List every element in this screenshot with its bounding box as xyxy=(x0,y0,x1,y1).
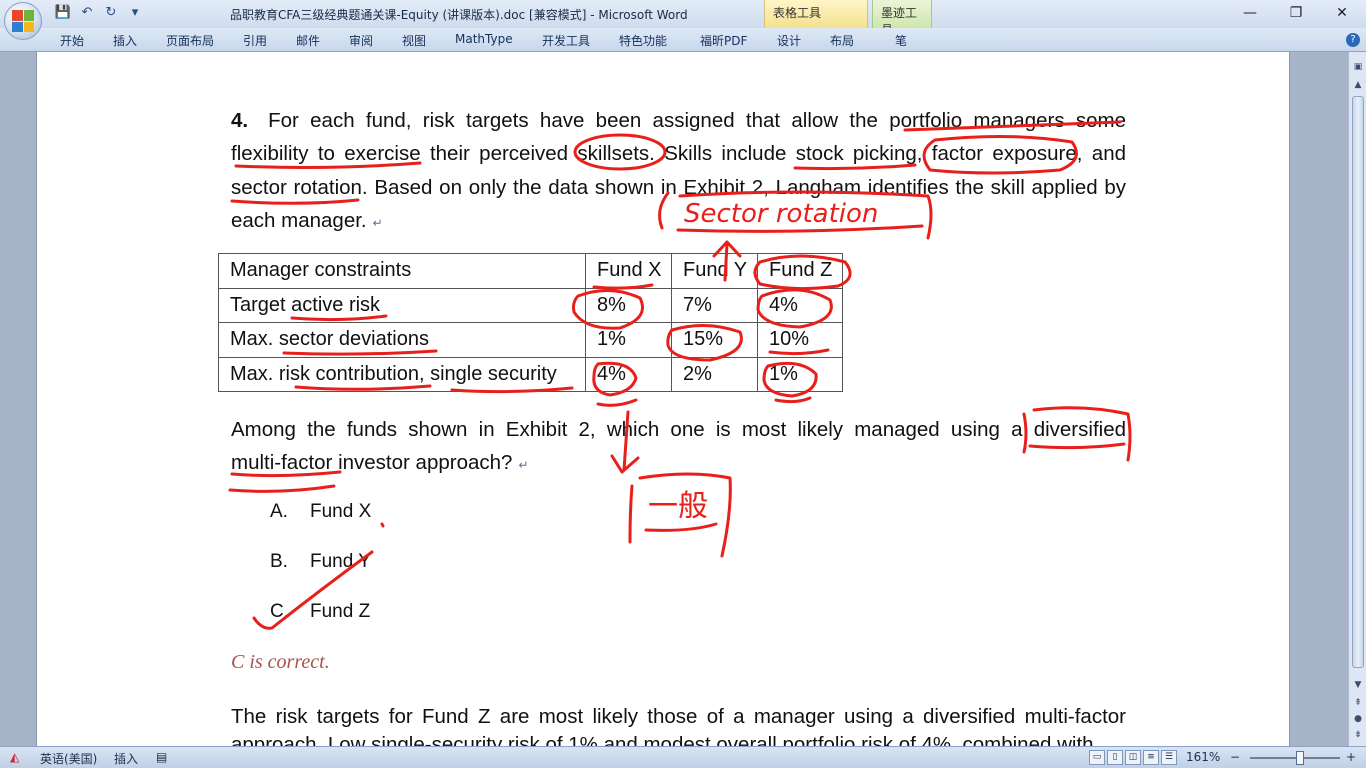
explanation-line-2: approach. Low single-security risk of 1%… xyxy=(231,733,1094,746)
table-cell: 7% xyxy=(671,287,758,323)
answer-text: C is correct. xyxy=(231,651,330,673)
prompt-line-2: multi-factor investor approach? xyxy=(231,451,513,475)
tab-insert[interactable]: 插入 xyxy=(113,32,137,49)
help-icon[interactable]: ? xyxy=(1346,33,1360,47)
undo-icon[interactable]: ↶ xyxy=(78,4,96,22)
scroll-up-icon[interactable]: ▲ xyxy=(1351,78,1365,92)
option-letter: C. xyxy=(270,601,289,622)
tab-developer[interactable]: 开发工具 xyxy=(542,32,590,49)
table-header-cell: Fund Y xyxy=(671,253,758,289)
tab-special-features[interactable]: 特色功能 xyxy=(619,32,667,49)
macro-record-icon[interactable]: ▤ xyxy=(156,750,167,764)
table-cell: Max. sector deviations xyxy=(218,322,586,358)
quick-access-toolbar: 💾 ↶ ↻ ▾ xyxy=(50,4,144,22)
next-page-icon[interactable]: ⇟ xyxy=(1351,728,1365,742)
table-cell: 1% xyxy=(585,322,672,358)
zoom-slider[interactable] xyxy=(1250,757,1340,759)
ruler-toggle-icon[interactable]: ▣ xyxy=(1351,60,1365,74)
ink-tools-header: 墨迹工具 xyxy=(872,0,932,37)
tab-view[interactable]: 视图 xyxy=(402,32,426,49)
tab-references[interactable]: 引用 xyxy=(243,32,267,49)
full-screen-reading-icon[interactable]: ▯ xyxy=(1107,750,1123,765)
question-prompt: Among the funds shown in Exhibit 2, whic… xyxy=(231,413,1126,483)
zoom-out-button[interactable]: − xyxy=(1230,750,1240,764)
tab-foxit-pdf[interactable]: 福昕PDF xyxy=(700,32,747,49)
option-text: Fund Y xyxy=(310,551,371,572)
question-number: 4. xyxy=(231,109,249,132)
table-cell: 8% xyxy=(585,287,672,323)
prompt-line-1: Among the funds shown in Exhibit 2, whic… xyxy=(231,418,1126,441)
tab-pen[interactable]: 笔 xyxy=(895,32,907,49)
office-logo-icon xyxy=(12,10,34,32)
option-text: Fund Z xyxy=(310,601,371,622)
window-title: 品职教育CFA三级经典题通关课-Equity (讲课版本).doc [兼容模式]… xyxy=(230,8,688,22)
table-header-cell: Manager constraints xyxy=(218,253,586,289)
paragraph-mark: ↵ xyxy=(372,215,383,230)
explanation-line-1: The risk targets for Fund Z are most lik… xyxy=(231,705,1126,728)
table-cell: 1% xyxy=(757,356,843,392)
tab-home[interactable]: 开始 xyxy=(60,32,84,49)
language-indicator[interactable]: 英语(美国) xyxy=(40,750,97,767)
table-cell: Max. risk contribution, single security xyxy=(218,356,586,392)
tab-design[interactable]: 设计 xyxy=(777,32,801,49)
table-cell: 10% xyxy=(757,322,843,358)
table-cell: 4% xyxy=(585,356,672,392)
answer-label: C is correct. xyxy=(231,651,330,674)
print-layout-view-icon[interactable]: ▭ xyxy=(1089,750,1105,765)
vertical-scrollbar[interactable]: ▣ ▲ ▼ ⇞ ● ⇟ xyxy=(1348,52,1366,746)
option-a: A. Fund X xyxy=(270,501,371,523)
customize-qat-icon[interactable]: ▾ xyxy=(126,4,144,22)
tab-layout[interactable]: 布局 xyxy=(830,32,854,49)
option-letter: A. xyxy=(270,501,288,522)
table-cell: 15% xyxy=(671,322,758,358)
tab-mailings[interactable]: 邮件 xyxy=(296,32,320,49)
table-header-cell: Fund Z xyxy=(757,253,843,289)
maximize-button[interactable]: ❐ xyxy=(1276,2,1316,24)
outline-view-icon[interactable]: ≡ xyxy=(1143,750,1159,765)
tab-review[interactable]: 审阅 xyxy=(349,32,373,49)
minimize-button[interactable]: — xyxy=(1230,2,1270,24)
table-row: Target active risk 8% 7% 4% xyxy=(218,287,843,323)
table-header-cell: Fund X xyxy=(585,253,672,289)
title-bar: 💾 ↶ ↻ ▾ 品职教育CFA三级经典题通关课-Equity (讲课版本).do… xyxy=(0,0,1366,37)
web-layout-icon[interactable]: ◫ xyxy=(1125,750,1141,765)
option-c: C. Fund Z xyxy=(270,601,370,623)
table-cell: 2% xyxy=(671,356,758,392)
table-row: Max. risk contribution, single security … xyxy=(218,356,843,392)
ribbon-tabs: 开始 插入 页面布局 引用 邮件 审阅 视图 MathType 开发工具 特色功… xyxy=(0,28,1366,52)
option-letter: B. xyxy=(270,551,288,572)
option-b: B. Fund Y xyxy=(270,551,371,573)
save-icon[interactable]: 💾 xyxy=(54,4,72,22)
table-row: Max. sector deviations 1% 15% 10% xyxy=(218,322,843,358)
close-button[interactable]: ✕ xyxy=(1322,2,1362,24)
scrollbar-thumb[interactable] xyxy=(1352,96,1364,668)
redo-icon[interactable]: ↻ xyxy=(102,4,120,22)
office-button[interactable] xyxy=(4,2,42,40)
zoom-in-button[interactable]: + xyxy=(1346,750,1356,764)
question-paragraph: 4. For each fund, risk targets have been … xyxy=(231,104,1126,240)
proofing-warning-icon[interactable]: ◭ xyxy=(10,750,19,764)
paragraph-mark: ↵ xyxy=(518,458,529,473)
exhibit-table: Manager constraints Fund X Fund Y Fund Z… xyxy=(218,253,843,392)
status-bar: ◭ 英语(美国) 插入 ▤ ▭ ▯ ◫ ≡ ☰ 161% − + xyxy=(0,746,1366,768)
table-cell: 4% xyxy=(757,287,843,323)
draft-view-icon[interactable]: ☰ xyxy=(1161,750,1177,765)
table-cell: Target active risk xyxy=(218,287,586,323)
previous-page-icon[interactable]: ⇞ xyxy=(1351,696,1365,710)
question-line-1: For each fund, risk targets have been as… xyxy=(268,109,1126,132)
scroll-down-icon[interactable]: ▼ xyxy=(1351,678,1365,692)
option-text: Fund X xyxy=(310,501,372,522)
question-line-4: each manager. xyxy=(231,208,367,232)
document-page[interactable]: 4. For each fund, risk targets have been … xyxy=(36,52,1290,746)
zoom-slider-thumb[interactable] xyxy=(1296,751,1304,765)
zoom-level[interactable]: 161% xyxy=(1186,750,1220,764)
tab-page-layout[interactable]: 页面布局 xyxy=(166,32,214,49)
table-tools-header: 表格工具 xyxy=(764,0,868,28)
tab-mathtype[interactable]: MathType xyxy=(455,32,513,46)
table-header-row: Manager constraints Fund X Fund Y Fund Z xyxy=(218,253,843,289)
question-line-2: flexibility to exercise their perceived … xyxy=(231,142,1126,166)
browse-object-icon[interactable]: ● xyxy=(1351,712,1365,726)
insert-mode-indicator[interactable]: 插入 xyxy=(114,750,138,767)
question-line-3: sector rotation. Based on only the data … xyxy=(231,175,1126,199)
